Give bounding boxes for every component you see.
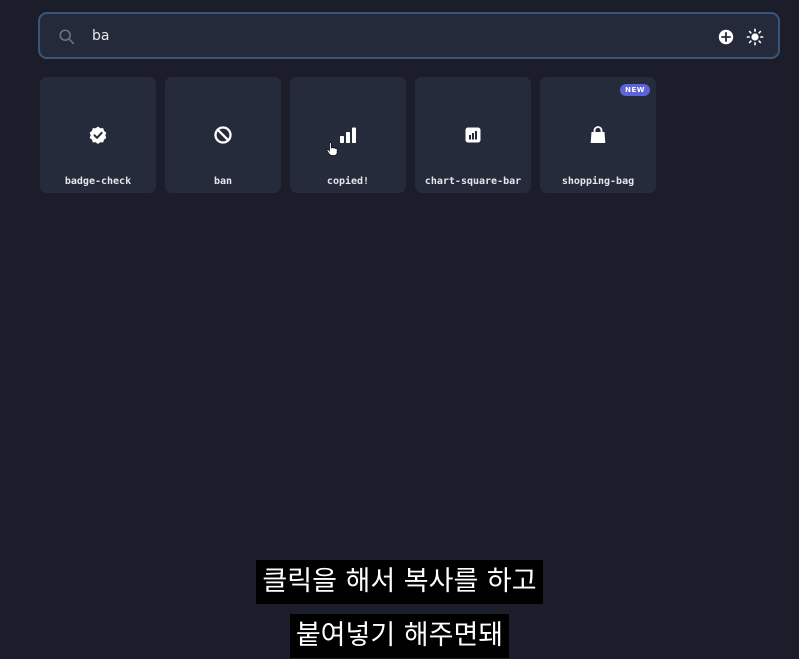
search-bar[interactable] [38, 12, 780, 59]
subtitle-line-2: 붙여넣기 해주면돼 [0, 614, 799, 658]
ban-icon [214, 126, 232, 144]
search-icon [59, 29, 75, 45]
card-label: ban [213, 176, 233, 187]
search-input[interactable] [92, 24, 692, 48]
new-badge: NEW [620, 84, 650, 96]
card-label: copied! [326, 176, 370, 187]
sun-icon[interactable] [746, 28, 764, 46]
icon-results-grid: badge-check ban copied! chart-square-bar… [40, 77, 656, 193]
icon-card-badge-check[interactable]: badge-check [40, 77, 156, 193]
subtitle-line-1: 클릭을 해서 복사를 하고 [0, 560, 799, 604]
chart-square-bar-icon [465, 127, 481, 143]
shopping-bag-icon [590, 126, 606, 143]
card-label: shopping-bag [561, 176, 635, 187]
icon-search-page: badge-check ban copied! ch [0, 0, 799, 659]
card-label: badge-check [64, 176, 132, 187]
subtitle-text: 붙여넣기 해주면돼 [289, 614, 510, 658]
plus-circle-icon[interactable] [717, 28, 735, 46]
card-label: chart-square-bar [424, 176, 522, 187]
icon-card-shopping-bag[interactable]: NEW shopping-bag [540, 77, 656, 193]
bar-chart-icon [340, 127, 356, 143]
icon-card-copied[interactable]: copied! [290, 77, 406, 193]
icon-card-ban[interactable]: ban [165, 77, 281, 193]
subtitle-text: 클릭을 해서 복사를 하고 [256, 560, 543, 604]
icon-card-chart-square-bar[interactable]: chart-square-bar [415, 77, 531, 193]
badge-check-icon [89, 126, 107, 144]
